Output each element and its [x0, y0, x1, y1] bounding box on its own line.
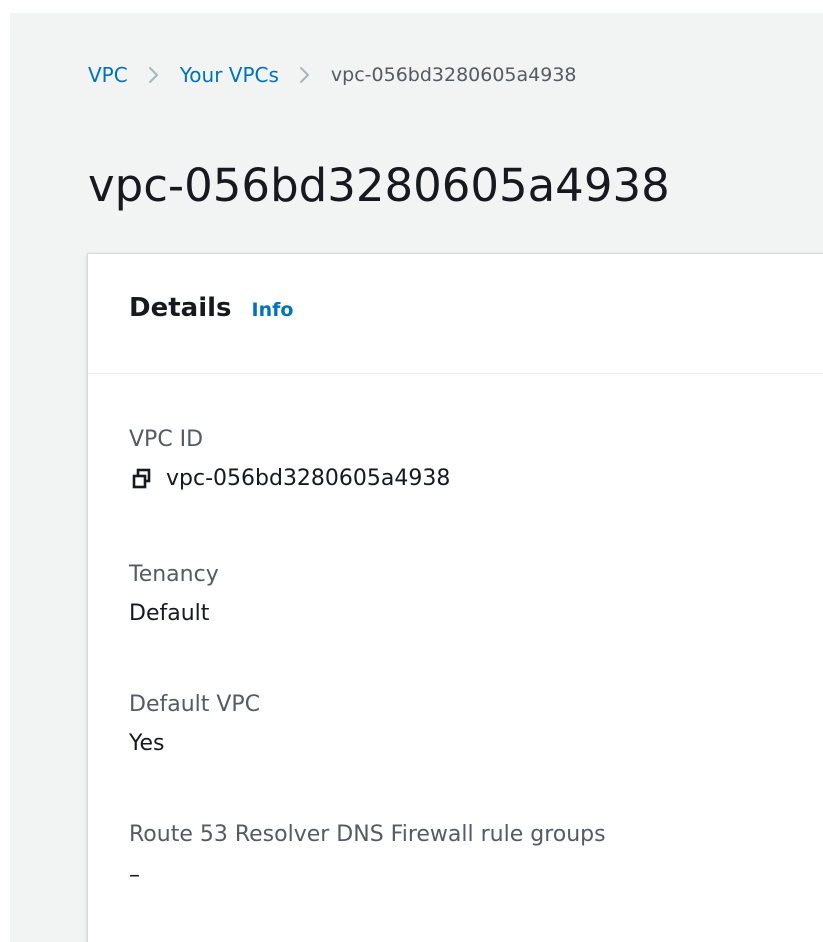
- details-title-row: Details Info: [129, 293, 293, 323]
- page-title: vpc-056bd3280605a4938: [88, 159, 670, 212]
- details-title: Details: [129, 293, 232, 323]
- breadcrumb-your-vpcs-link[interactable]: Your VPCs: [180, 57, 279, 93]
- info-link[interactable]: Info: [252, 299, 294, 321]
- copy-icon[interactable]: [129, 466, 155, 492]
- breadcrumb-current-vpc: vpc-056bd3280605a4938: [330, 64, 577, 86]
- route53-field: Route 53 Resolver DNS Firewall rule grou…: [129, 819, 816, 893]
- route53-value: –: [129, 863, 140, 888]
- route53-label: Route 53 Resolver DNS Firewall rule grou…: [129, 822, 606, 847]
- vpc-id-label: VPC ID: [129, 427, 204, 452]
- chevron-right-icon: [144, 65, 164, 85]
- default-vpc-field: Default VPC Yes: [129, 689, 816, 761]
- breadcrumb: VPC Your VPCs vpc-056bd3280605a4938: [88, 57, 577, 93]
- vpc-id-value-row: vpc-056bd3280605a4938: [129, 462, 816, 496]
- chevron-right-icon: [295, 65, 315, 85]
- vpc-details-page: VPC Your VPCs vpc-056bd3280605a4938 vpc-…: [10, 13, 823, 942]
- vpc-id-field: VPC ID vpc-056bd3280605a4938: [129, 424, 816, 496]
- breadcrumb-vpc-link[interactable]: VPC: [88, 57, 128, 93]
- default-vpc-label: Default VPC: [129, 692, 261, 717]
- tenancy-value: Default: [129, 601, 210, 626]
- vpc-id-value: vpc-056bd3280605a4938: [166, 466, 451, 491]
- tenancy-label: Tenancy: [129, 562, 219, 587]
- details-panel: Details Info VPC ID vpc-056bd3280605a493…: [87, 253, 823, 942]
- details-header: Details Info: [88, 254, 823, 374]
- tenancy-field: Tenancy Default: [129, 559, 816, 631]
- default-vpc-value: Yes: [129, 731, 165, 756]
- page: VPC Your VPCs vpc-056bd3280605a4938 vpc-…: [0, 0, 823, 942]
